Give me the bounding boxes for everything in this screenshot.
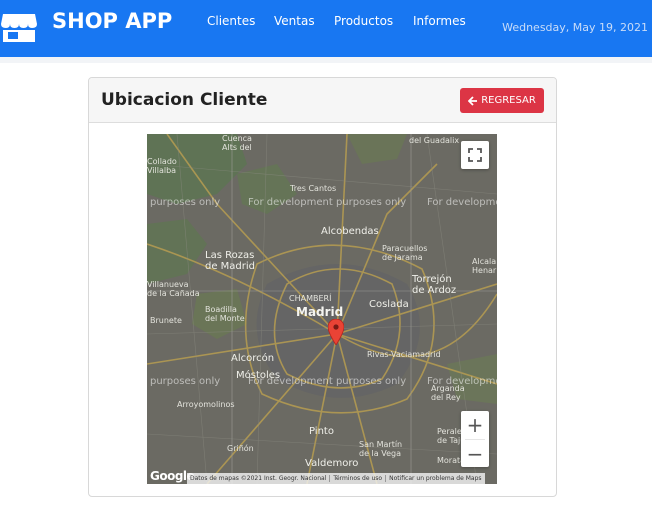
label-san-martin: San Martín de la Vega — [359, 440, 403, 458]
nav-informes[interactable]: Informes — [413, 14, 466, 28]
label-torrejon: Torrejón de Ardoz — [412, 274, 457, 296]
label-alcorcon: Alcorcón — [231, 353, 275, 364]
label-grinon: Griñón — [227, 444, 254, 453]
location-pin-icon[interactable] — [328, 319, 344, 345]
nav-ventas[interactable]: Ventas — [274, 14, 315, 28]
nav-clientes[interactable]: Clientes — [207, 14, 255, 28]
label-tres-cantos: Tres Cantos — [290, 184, 337, 193]
zoom-control: + − — [461, 411, 489, 467]
label-pinto: Pinto — [309, 426, 334, 437]
label-rivas: Rivas-Vaciamadrid — [367, 350, 441, 359]
back-button-label: REGRESAR — [481, 95, 536, 106]
zoom-out-button[interactable]: − — [461, 440, 489, 468]
label-collado-villalba: Collado Villalba — [147, 157, 177, 175]
top-navbar: SHOP APP Clientes Ventas Productos Infor… — [0, 0, 652, 57]
watermark: For development purposes only — [248, 376, 407, 387]
map-data-credit: Datos de mapas ©2021 Inst. Geogr. Nacion… — [190, 475, 327, 482]
label-brunete: Brunete — [150, 316, 182, 325]
label-valdemoro: Valdemoro — [305, 458, 359, 469]
brand-name[interactable]: SHOP APP — [52, 9, 172, 33]
label-paracuellos: Paracuellos de Jarama — [382, 244, 428, 262]
header-divider — [0, 57, 652, 63]
report-problem-link[interactable]: Notificar un problema de Maps — [385, 475, 484, 482]
fullscreen-icon — [468, 148, 482, 162]
terms-link[interactable]: Términos de uso — [329, 475, 385, 482]
label-coslada: Coslada — [369, 299, 409, 310]
watermark: purposes only — [150, 376, 221, 387]
label-arroyomolinos: Arroyomolinos — [177, 400, 235, 409]
label-boadilla: Boadilla del Monte — [205, 305, 245, 323]
map-attribution: Google Datos de mapas ©2021 Inst. Geogr.… — [147, 469, 497, 484]
current-date: Wednesday, May 19, 2021 — [502, 21, 648, 34]
label-chamberi: CHAMBERÍ — [289, 294, 332, 303]
card-title: Ubicacion Cliente — [101, 90, 268, 110]
watermark: For developme — [427, 197, 497, 208]
label-alcobendas: Alcobendas — [321, 226, 379, 237]
zoom-in-button[interactable]: + — [461, 411, 489, 439]
label-villanueva: Villanueva de la Cañada — [147, 280, 200, 298]
nav-productos[interactable]: Productos — [334, 14, 393, 28]
arrow-left-icon — [468, 95, 478, 106]
location-card: Ubicacion Cliente REGRESAR Collado Villa… — [88, 77, 557, 497]
label-madrid: Madrid — [296, 305, 344, 319]
back-button[interactable]: REGRESAR — [460, 88, 544, 113]
watermark: purposes only — [150, 197, 221, 208]
watermark: For developme — [427, 376, 497, 387]
store-icon — [0, 8, 38, 44]
watermark: For development purposes only — [248, 197, 407, 208]
map-view[interactable]: Collado Villalba Cuenca Alts del del Guada… — [147, 134, 497, 484]
label-rozas: Las Rozas de Madrid — [205, 250, 256, 272]
fullscreen-button[interactable] — [461, 141, 489, 169]
label-alcala: Alcala Henar — [472, 257, 497, 275]
card-header: Ubicacion Cliente REGRESAR — [89, 78, 556, 123]
label-cuenca-alta: Cuenca Alts del — [222, 134, 252, 152]
label-guadalix: del Guadalix — [409, 136, 460, 145]
attribution-bar: Datos de mapas ©2021 Inst. Geogr. Nacion… — [187, 473, 485, 484]
